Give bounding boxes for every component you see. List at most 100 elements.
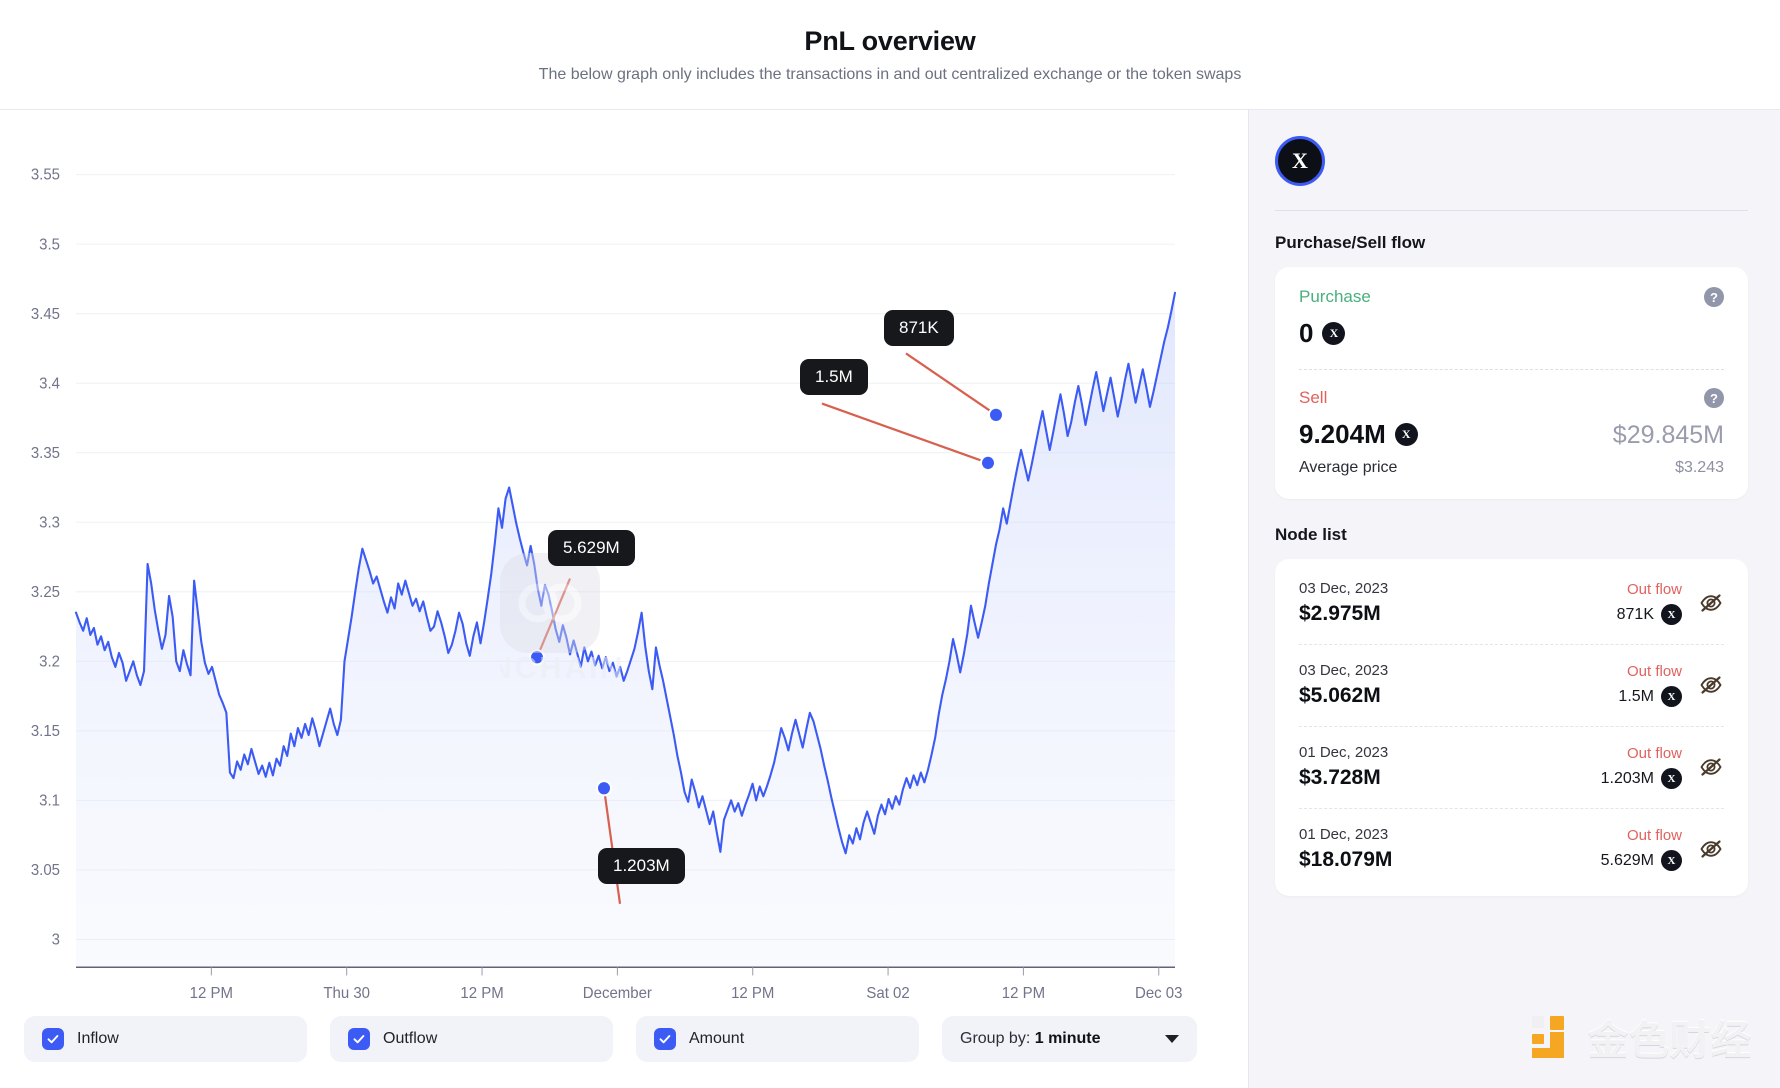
- sell-usd-value: $29.845M: [1612, 421, 1724, 449]
- sell-amount: 9.204M: [1299, 419, 1386, 449]
- node-date: 03 Dec, 2023: [1299, 662, 1389, 679]
- chevron-down-icon[interactable]: [1165, 1035, 1179, 1043]
- node-row-right: Out flow 871K X: [1617, 581, 1724, 625]
- node-row-right: Out flow 5.629M X: [1601, 827, 1724, 871]
- x-tick-label: 12 PM: [1002, 985, 1045, 1000]
- hide-eye-icon[interactable]: [1698, 836, 1724, 862]
- chart-y-axis-labels: 3 3.05 3.1 3.15 3.2 3.25 3.3 3.35 3.4 3.45 3.5 3.55: [31, 167, 60, 949]
- token-coin-icon: X: [1661, 604, 1682, 625]
- node-list-row[interactable]: 01 Dec, 2023 $18.079M Out flow 5.629M X: [1299, 809, 1724, 890]
- outflow-checkbox-control[interactable]: Outflow: [330, 1016, 613, 1062]
- group-by-dropdown[interactable]: Group by: 1 minute: [942, 1016, 1197, 1062]
- y-tick-label: 3.2: [39, 653, 60, 670]
- node-usd-value: $2.975M: [1299, 602, 1381, 625]
- annotation-point[interactable]: [598, 782, 610, 795]
- x-tick-label: 12 PM: [190, 985, 233, 1000]
- chart-controls: Inflow Outflow Amount Group by: 1 minute: [0, 1000, 1248, 1088]
- panel-divider: [1275, 210, 1748, 211]
- node-usd-value: $18.079M: [1299, 848, 1393, 871]
- node-row-left: 03 Dec, 2023 $2.975M: [1299, 580, 1388, 626]
- annotation-leader-line: [821, 402, 989, 464]
- purchase-label: Purchase: [1299, 287, 1371, 306]
- help-icon[interactable]: ?: [1704, 388, 1724, 408]
- node-amount: 5.629M: [1600, 851, 1654, 869]
- x-tick-label: Sat 02: [866, 985, 909, 1000]
- help-icon[interactable]: ?: [1704, 287, 1724, 307]
- group-by-prefix: Group by:: [960, 1030, 1031, 1047]
- chart-area[interactable]: 3 3.05 3.1 3.15 3.2 3.25 3.3 3.35 3.4 3.45 3.5 3.55…: [0, 110, 1248, 1000]
- node-amount: 1.5M: [1618, 687, 1654, 705]
- node-date: 01 Dec, 2023: [1299, 826, 1389, 843]
- node-amount-group: 1.203M X: [1601, 768, 1682, 789]
- brand-logo-icon: [1532, 1016, 1564, 1058]
- average-price-value: $3.243: [1675, 459, 1724, 476]
- token-coin-icon: X: [1322, 322, 1346, 345]
- node-usd-value: $5.062M: [1299, 684, 1381, 707]
- annotation-bubble-1203m[interactable]: 1.203M: [598, 848, 685, 884]
- token-coin-icon: X: [1661, 850, 1682, 871]
- token-coin-icon: X: [1661, 686, 1682, 707]
- page-body: 3 3.05 3.1 3.15 3.2 3.25 3.3 3.35 3.4 3.45 3.5 3.55…: [0, 110, 1780, 1088]
- node-amount: 1.203M: [1600, 769, 1654, 787]
- hide-eye-icon[interactable]: [1698, 590, 1724, 616]
- node-row-left: 01 Dec, 2023 $18.079M: [1299, 826, 1392, 872]
- node-row-right: Out flow 1.203M X: [1601, 745, 1724, 789]
- checkbox-icon[interactable]: [42, 1028, 64, 1050]
- chart-section: 3 3.05 3.1 3.15 3.2 3.25 3.3 3.35 3.4 3.45 3.5 3.55…: [0, 110, 1248, 1088]
- annotation-point[interactable]: [982, 456, 994, 470]
- node-amount-group: 1.5M X: [1618, 686, 1682, 707]
- node-usd-value: $3.728M: [1299, 766, 1381, 789]
- sell-row-header: Sell ?: [1299, 388, 1724, 408]
- y-tick-label: 3.05: [31, 862, 60, 879]
- x-tick-label: 12 PM: [460, 985, 503, 1000]
- y-tick-label: 3.1: [39, 792, 60, 809]
- token-coin-icon: X: [1394, 423, 1418, 446]
- node-list-row[interactable]: 01 Dec, 2023 $3.728M Out flow 1.203M X: [1299, 727, 1724, 809]
- purchase-amount-row: 0 X: [1299, 318, 1724, 349]
- inflow-label: Inflow: [77, 1030, 119, 1047]
- purchase-sell-flow-title: Purchase/Sell flow: [1275, 233, 1426, 252]
- y-tick-label: 3.4: [39, 375, 60, 392]
- node-amount-group: 5.629M X: [1601, 850, 1682, 871]
- purchase-sell-flow-card: Purchase ? 0 X Sell ? 9.204M X $29.845M …: [1275, 267, 1748, 499]
- node-list-row[interactable]: 03 Dec, 2023 $2.975M Out flow 871K X: [1299, 563, 1724, 645]
- checkbox-icon[interactable]: [348, 1028, 370, 1050]
- purchase-amount: 0: [1299, 318, 1314, 348]
- brand-watermark: 金色财经: [1530, 1008, 1752, 1066]
- outflow-label: Outflow: [383, 1030, 438, 1047]
- amount-checkbox-control[interactable]: Amount: [636, 1016, 919, 1062]
- annotation-bubble-871k[interactable]: 871K: [884, 310, 954, 346]
- node-amount-group: 871K X: [1617, 604, 1682, 625]
- annotation-bubble-5629m[interactable]: 5.629M: [548, 530, 635, 566]
- pnl-overview-page: PnL overview The below graph only includ…: [0, 0, 1780, 1088]
- annotation-point[interactable]: [990, 408, 1002, 421]
- node-date: 03 Dec, 2023: [1299, 580, 1389, 597]
- annotation-bubble-15m[interactable]: 1.5M: [800, 359, 868, 395]
- checkbox-icon[interactable]: [654, 1028, 676, 1050]
- purchase-row-header: Purchase ?: [1299, 287, 1724, 307]
- y-tick-label: 3: [52, 931, 60, 948]
- token-logo-icon: X: [1275, 136, 1325, 186]
- page-subtitle: The below graph only includes the transa…: [538, 65, 1242, 83]
- annotation-point[interactable]: [531, 651, 543, 664]
- node-row-right: Out flow 1.5M X: [1618, 663, 1724, 707]
- x-tick-label: Thu 30: [323, 985, 370, 1000]
- x-tick-label: December: [583, 985, 652, 1000]
- page-header: PnL overview The below graph only includ…: [0, 0, 1780, 110]
- annotation-leader-line: [905, 352, 997, 416]
- y-tick-label: 3.3: [39, 514, 60, 531]
- inflow-checkbox-control[interactable]: Inflow: [24, 1016, 307, 1062]
- sell-label: Sell: [1299, 388, 1328, 407]
- y-tick-label: 3.25: [31, 584, 60, 601]
- hide-eye-icon[interactable]: [1698, 754, 1724, 780]
- brand-text: 金色财经: [1588, 1019, 1752, 1063]
- average-price-label: Average price: [1299, 459, 1398, 476]
- side-panel: X Purchase/Sell flow Purchase ? 0 X Sell…: [1248, 110, 1780, 1088]
- hide-eye-icon[interactable]: [1698, 672, 1724, 698]
- y-tick-label: 3.35: [31, 445, 60, 462]
- node-flow-type: Out flow: [1626, 827, 1682, 844]
- node-list-row[interactable]: 03 Dec, 2023 $5.062M Out flow 1.5M X: [1299, 645, 1724, 727]
- node-list-card: 03 Dec, 2023 $2.975M Out flow 871K X 03 …: [1275, 559, 1748, 896]
- y-tick-label: 3.55: [31, 167, 60, 184]
- chart-x-axis-labels: 12 PM Thu 30 12 PM December 12 PM Sat 02 12 PM…: [190, 967, 1182, 1000]
